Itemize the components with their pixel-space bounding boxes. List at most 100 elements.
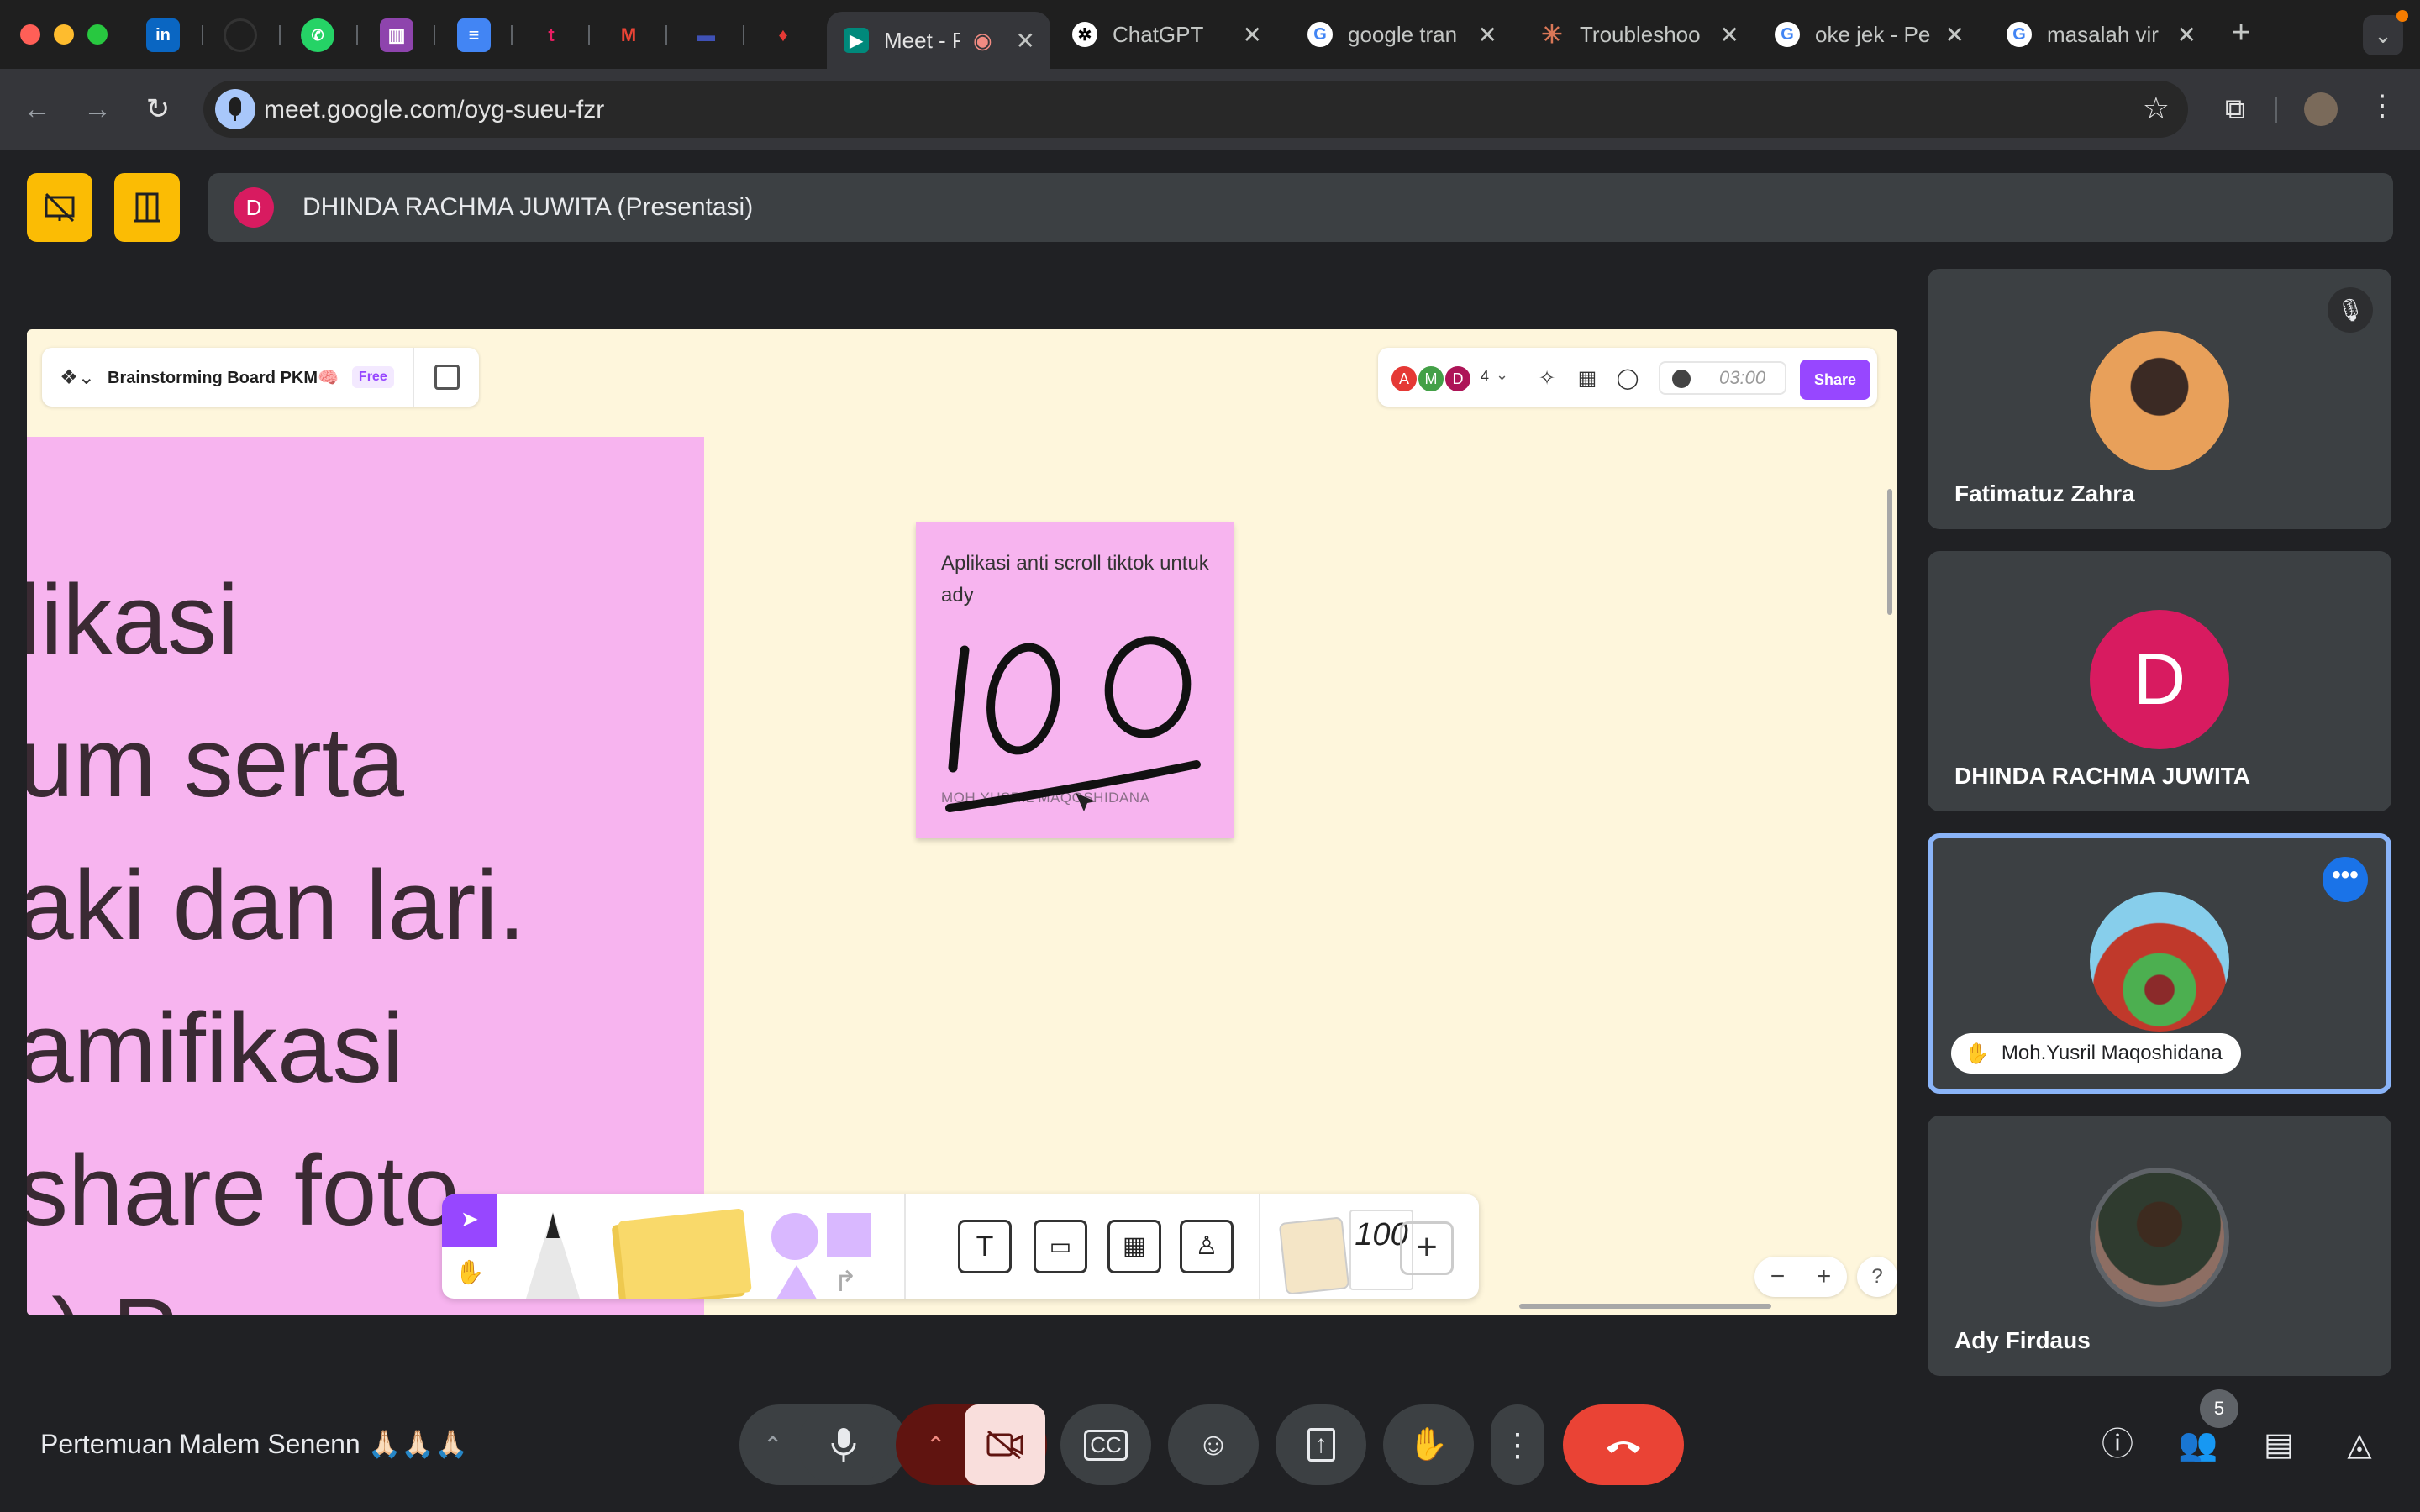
sticky-note[interactable]: Aplikasi anti scroll tiktok untuk ady MO… — [916, 522, 1234, 838]
activities-icon[interactable]: ◬ — [2336, 1421, 2383, 1468]
back-button[interactable]: ← — [17, 89, 57, 129]
collaborator-count[interactable]: 4 — [1481, 368, 1489, 386]
close-tab-icon[interactable]: ✕ — [1478, 21, 1497, 49]
tab-search-button[interactable]: ⌄ — [2363, 15, 2403, 55]
avatar[interactable]: A — [1390, 365, 1418, 393]
app-icon[interactable]: ♦ — [766, 18, 800, 52]
comment-icon[interactable]: ◯ — [1615, 366, 1640, 391]
more-tools-button[interactable]: + — [1400, 1221, 1454, 1275]
omnibox[interactable]: meet.google.com/oyg-sueu-fzr ☆ — [203, 81, 2188, 138]
presentation-off-icon — [45, 192, 75, 223]
minimize-window-button[interactable] — [54, 24, 74, 45]
close-window-button[interactable] — [20, 24, 40, 45]
widget-camera-icon[interactable] — [1278, 1216, 1350, 1295]
select-tool-button[interactable]: ➤ — [442, 1194, 497, 1247]
sticky-note-tool-button[interactable] — [618, 1208, 752, 1299]
browser-menu-icon[interactable]: ⋮ — [2368, 89, 2396, 123]
share-button[interactable]: Share — [1800, 360, 1870, 400]
leave-call-button[interactable] — [1563, 1404, 1684, 1485]
help-button[interactable]: ? — [1857, 1257, 1897, 1297]
pages-icon[interactable] — [434, 365, 460, 390]
google-icon: G — [2007, 22, 2032, 47]
profile-avatar[interactable] — [2304, 92, 2338, 126]
reactions-button[interactable]: ☺ — [1168, 1404, 1259, 1485]
reload-button[interactable]: ↻ — [138, 89, 178, 129]
more-options-button[interactable]: ⋮ — [1491, 1404, 1544, 1485]
forward-button[interactable]: → — [77, 89, 118, 129]
tab-troubleshoot[interactable]: ✳ Troubleshoo ✕ — [1523, 12, 1754, 57]
note-text-line: um serta — [27, 707, 405, 818]
timer[interactable]: 03:00 — [1659, 361, 1786, 395]
meeting-info-icon[interactable]: ⓘ — [2094, 1421, 2141, 1468]
close-tab-icon[interactable]: ✕ — [1243, 21, 1262, 49]
figjam-toolbar: ➤ ✋ ↱ T ▭ ▦ ♙ 100 + — [442, 1194, 1479, 1299]
trello-icon[interactable]: ▥ — [380, 18, 413, 52]
url-text[interactable]: meet.google.com/oyg-sueu-fzr — [264, 96, 604, 124]
stamp-tool-button[interactable]: ♙ — [1180, 1220, 1234, 1273]
avatar[interactable]: M — [1417, 365, 1445, 393]
board-name[interactable]: Brainstorming Board PKM🧠 — [108, 367, 339, 388]
text-tool-button[interactable]: T — [958, 1220, 1012, 1273]
leave-presentation-button[interactable] — [114, 173, 180, 242]
presenter-avatar: D — [234, 187, 274, 228]
notification-dot — [2396, 10, 2408, 22]
bank-icon[interactable]: ▬ — [689, 18, 723, 52]
docs-icon[interactable]: ≡ — [457, 18, 491, 52]
participant-tile-active[interactable]: ••• ✋ Moh.Yusril Maqoshidana — [1928, 833, 2391, 1094]
raise-hand-button[interactable]: ✋ — [1383, 1404, 1474, 1485]
extensions-icon[interactable]: ⧉ — [2215, 89, 2255, 129]
bookmark-star-icon[interactable]: ☆ — [2143, 91, 2170, 126]
tab-oke-jek[interactable]: G oke jek - Pe ✕ — [1758, 12, 1980, 57]
present-now-button[interactable]: ↑ — [1276, 1404, 1366, 1485]
camera-off-button[interactable] — [965, 1404, 1045, 1485]
linkedin-icon[interactable]: in — [146, 18, 180, 52]
microphone-button[interactable] — [798, 1404, 889, 1485]
close-tab-icon[interactable]: ✕ — [2177, 21, 2196, 49]
shape-triangle-icon[interactable] — [775, 1265, 818, 1299]
people-icon[interactable]: 👥 — [2175, 1421, 2222, 1468]
maximize-window-button[interactable] — [87, 24, 108, 45]
close-tab-icon[interactable]: ✕ — [1016, 27, 1035, 55]
table-tool-button[interactable]: ▦ — [1107, 1220, 1161, 1273]
microphone-permission-icon[interactable] — [215, 89, 255, 129]
vertical-scrollbar[interactable] — [1887, 489, 1892, 615]
section-tool-button[interactable]: ▭ — [1034, 1220, 1087, 1273]
whatsapp-icon[interactable]: ✆ — [301, 18, 334, 52]
connector-icon[interactable]: ↱ — [834, 1265, 858, 1299]
chat-icon[interactable]: ▤ — [2255, 1421, 2302, 1468]
figjam-logo-icon[interactable]: ❖⌄ — [52, 365, 103, 390]
participant-tile[interactable]: Ady Firdaus — [1928, 1116, 2391, 1376]
horizontal-scrollbar[interactable] — [1519, 1304, 1771, 1309]
zoom-out-button[interactable]: − — [1770, 1263, 1786, 1291]
ai-sparkle-icon[interactable]: ✧ — [1534, 366, 1560, 391]
participant-tile[interactable]: 🎙 Fatimatuz Zahra — [1928, 269, 2391, 529]
gmail-icon[interactable]: M — [612, 18, 645, 52]
avatar — [2090, 1168, 2229, 1307]
close-tab-icon[interactable]: ✕ — [1720, 21, 1739, 49]
tiktok-icon[interactable]: t — [534, 18, 568, 52]
tab-meet[interactable]: ▶ Meet - P ◉ ✕ — [827, 12, 1050, 69]
presentation-stage[interactable]: ❖⌄ Brainstorming Board PKM🧠 Free A M D 4… — [27, 329, 1897, 1315]
table-layout-icon[interactable]: ▦ — [1575, 366, 1600, 391]
avatar[interactable]: D — [1444, 365, 1472, 393]
zoom-in-button[interactable]: + — [1817, 1263, 1832, 1291]
tab-chatgpt[interactable]: ✲ ChatGPT ✕ — [1055, 12, 1277, 57]
stop-presenting-button[interactable] — [27, 173, 92, 242]
participant-name: Ady Firdaus — [1954, 1327, 2091, 1353]
tab-google-translate[interactable]: G google tran ✕ — [1291, 12, 1512, 57]
new-tab-button[interactable]: + — [2232, 15, 2250, 51]
shape-circle-icon[interactable] — [771, 1213, 818, 1260]
cursor-icon: ➤ — [460, 1206, 479, 1231]
participant-tile[interactable]: D DHINDA RACHMA JUWITA — [1928, 551, 2391, 811]
github-icon[interactable] — [224, 18, 257, 52]
captions-button[interactable]: CC — [1060, 1404, 1151, 1485]
sticky-note-large[interactable]: likasi um serta aki dan lari. amifikasi … — [27, 437, 704, 1315]
shape-square-icon[interactable] — [827, 1213, 871, 1257]
tab-masalah[interactable]: G masalah vir ✕ — [1990, 12, 2212, 57]
hand-tool-button[interactable]: ✋ — [442, 1247, 497, 1299]
google-icon: G — [1307, 22, 1333, 47]
video-off-icon — [986, 1430, 1023, 1460]
close-tab-icon[interactable]: ✕ — [1945, 21, 1965, 49]
more-options-button[interactable]: ••• — [2323, 857, 2368, 902]
chevron-down-icon[interactable]: ⌄ — [1496, 366, 1508, 384]
